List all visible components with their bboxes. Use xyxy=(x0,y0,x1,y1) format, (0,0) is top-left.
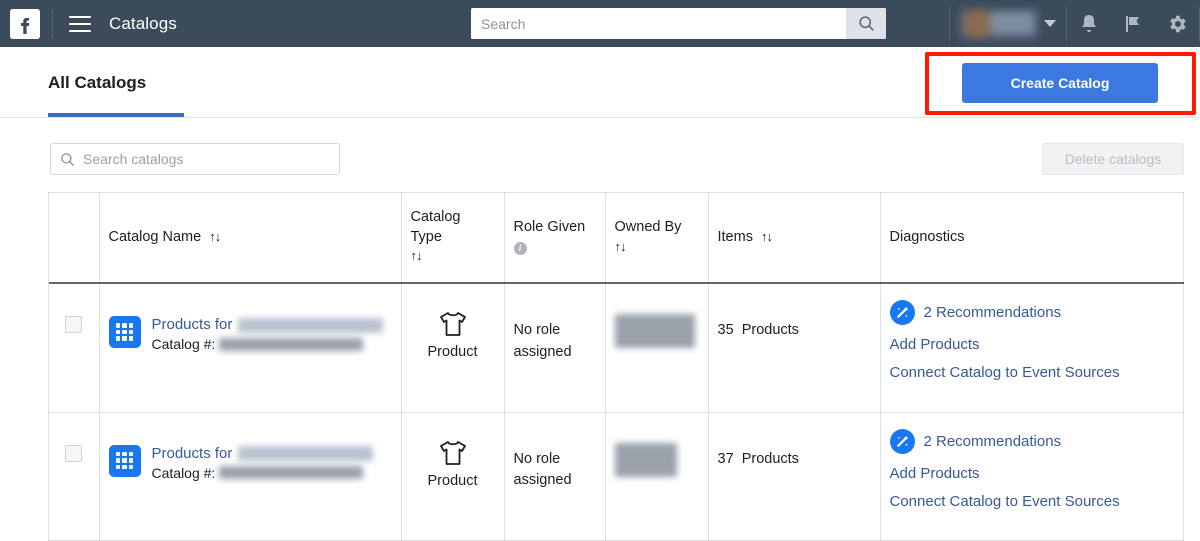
redacted-catalog-name xyxy=(238,317,384,333)
tshirt-icon xyxy=(439,312,466,336)
role-given-cell: No role assigned xyxy=(504,412,606,540)
catalog-type-cell: Product xyxy=(401,412,505,540)
header-label: Catalog Name xyxy=(108,228,202,245)
header-label: Catalog Type xyxy=(410,209,461,245)
catalog-grid-icon xyxy=(108,316,141,348)
column-header-items[interactable]: Items ↑↓ xyxy=(708,193,881,284)
hamburger-menu-icon[interactable] xyxy=(69,15,91,32)
search-icon xyxy=(858,16,874,31)
info-icon[interactable]: i xyxy=(513,241,527,255)
sort-icon[interactable]: ↑↓ xyxy=(761,229,773,244)
catalog-name-link[interactable]: Products for xyxy=(152,445,233,462)
column-header-catalog-type[interactable]: Catalog Type ↑↓ xyxy=(401,193,505,284)
flag-icon[interactable] xyxy=(1111,0,1155,47)
connect-event-sources-link[interactable]: Connect Catalog to Event Sources xyxy=(890,364,1175,381)
add-products-link[interactable]: Add Products xyxy=(890,465,1175,482)
column-header-catalog-name[interactable]: Catalog Name ↑↓ xyxy=(99,193,402,284)
redacted-catalog-number xyxy=(219,337,364,351)
avatar xyxy=(960,8,1038,39)
chevron-down-icon[interactable] xyxy=(1044,20,1056,27)
magic-wand-icon xyxy=(889,428,915,454)
column-header-owned-by[interactable]: Owned By ↑↓ xyxy=(605,193,709,284)
catalog-name-link[interactable]: Products for xyxy=(152,316,233,333)
items-unit: Products xyxy=(741,450,799,467)
table-row: Products for Catalog #: Product No role … xyxy=(49,283,1184,413)
sort-icon[interactable]: ↑↓ xyxy=(411,248,423,263)
tab-active-indicator xyxy=(48,113,184,117)
items-cell: 37 Products xyxy=(708,412,881,540)
row-checkbox[interactable] xyxy=(65,444,83,462)
catalogs-table: Catalog Name ↑↓ Catalog Type ↑↓ Role Giv… xyxy=(48,192,1184,541)
header-label: Role Given xyxy=(513,218,586,235)
diagnostics-cell: 2 Recommendations Add Products Connect C… xyxy=(880,283,1184,413)
header-label: Items xyxy=(717,228,753,245)
page-title: Catalogs xyxy=(109,13,177,33)
redacted-owner xyxy=(614,442,677,477)
nav-divider xyxy=(52,8,53,39)
recommendations-link[interactable]: 2 Recommendations xyxy=(924,304,1062,321)
global-search[interactable] xyxy=(471,8,886,39)
catalog-search-field[interactable] xyxy=(50,143,340,175)
role-given-cell: No role assigned xyxy=(504,283,606,413)
nav-right-group xyxy=(949,0,1200,47)
connect-event-sources-link[interactable]: Connect Catalog to Event Sources xyxy=(890,493,1175,510)
magic-wand-icon xyxy=(889,300,915,325)
redacted-owner xyxy=(614,314,695,348)
row-checkbox[interactable] xyxy=(65,316,83,333)
row-select-cell[interactable] xyxy=(49,283,100,413)
tshirt-icon xyxy=(439,440,466,465)
tab-all-catalogs[interactable]: All Catalogs xyxy=(48,47,146,118)
add-products-link[interactable]: Add Products xyxy=(890,336,1175,353)
header-label: Owned By xyxy=(614,218,682,235)
row-select-cell[interactable] xyxy=(49,412,100,540)
account-switcher[interactable] xyxy=(950,0,1066,47)
column-header-role-given[interactable]: Role Given i xyxy=(504,193,606,284)
facebook-logo-icon[interactable] xyxy=(10,8,40,39)
sort-icon[interactable]: ↑↓ xyxy=(615,239,627,254)
search-submit-button[interactable] xyxy=(846,8,886,39)
items-count: 37 xyxy=(717,450,734,467)
create-catalog-button[interactable]: Create Catalog xyxy=(962,63,1158,103)
catalog-grid-icon xyxy=(108,444,141,477)
items-cell: 35 Products xyxy=(708,283,881,413)
select-all-header[interactable] xyxy=(49,193,100,284)
redacted-catalog-name xyxy=(238,446,374,462)
catalog-name-cell: Products for Catalog #: xyxy=(99,283,402,413)
search-input[interactable] xyxy=(471,8,846,39)
catalog-number-label: Catalog #: xyxy=(151,336,216,352)
recommendations-link[interactable]: 2 Recommendations xyxy=(924,433,1062,450)
tab-label: All Catalogs xyxy=(48,72,147,92)
column-header-diagnostics: Diagnostics xyxy=(880,193,1184,284)
redacted-catalog-number xyxy=(219,466,364,479)
table-row: Products for Catalog #: Product No role … xyxy=(49,412,1184,540)
catalog-number-label: Catalog #: xyxy=(151,464,216,481)
owned-by-cell xyxy=(605,412,709,540)
header-label: Diagnostics xyxy=(889,228,965,245)
catalog-type-label: Product xyxy=(427,472,478,489)
catalog-type-cell: Product xyxy=(401,283,505,413)
bell-icon[interactable] xyxy=(1067,0,1111,47)
catalog-type-label: Product xyxy=(427,344,478,360)
sort-icon[interactable]: ↑↓ xyxy=(209,229,221,244)
search-catalogs-input[interactable] xyxy=(83,151,330,167)
items-count: 35 xyxy=(717,322,734,338)
gear-icon[interactable] xyxy=(1155,0,1199,47)
top-navigation-bar: Catalogs xyxy=(0,0,1200,47)
catalog-name-cell: Products for Catalog #: xyxy=(99,412,402,540)
diagnostics-cell: 2 Recommendations Add Products Connect C… xyxy=(880,412,1184,540)
search-icon xyxy=(61,152,74,166)
table-header-row: Catalog Name ↑↓ Catalog Type ↑↓ Role Giv… xyxy=(49,193,1184,284)
delete-catalogs-button[interactable]: Delete catalogs xyxy=(1042,143,1184,175)
catalogs-page: Catalogs Search All Catalogs Create Cata… xyxy=(0,0,1200,541)
owned-by-cell xyxy=(605,283,709,413)
items-unit: Products xyxy=(741,322,799,338)
